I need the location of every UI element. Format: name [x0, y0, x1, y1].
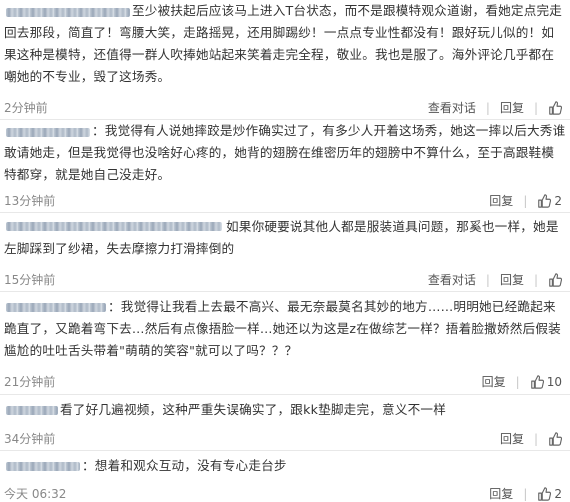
comment-item: 至少被扶起后应该马上进入T台状态，而不是跟模特观众道谢，看她定点完走回去那段，简…: [0, 0, 570, 120]
action-separator: |: [533, 272, 538, 287]
action-separator: |: [533, 100, 538, 115]
comment-item: 如果你硬要说其他人都是服装道具问题，那奚也一样，她是左脚踩到了纱裙，失去摩擦力打…: [0, 213, 570, 292]
comment-time: 21分钟前: [4, 375, 56, 389]
comment-text: ：我觉得让我看上去最不高兴、最无奈最莫名其妙的地方……明明她已经跪起来跪直了，又…: [4, 296, 566, 362]
comment-actions: 回复 | 10: [482, 373, 562, 390]
comment-item: ：想着和观众互动，没有专心走台步 今天 06:32 回复 | 2: [0, 451, 570, 502]
comment-meta: 15分钟前 查看对话 | 回复 |: [4, 271, 562, 289]
comment-text: 如果你硬要说其他人都是服装道具问题，那奚也一样，她是左脚踩到了纱裙，失去摩擦力打…: [4, 216, 566, 260]
comment-item: ：我觉得让我看上去最不高兴、最无奈最莫名其妙的地方……明明她已经跪起来跪直了，又…: [0, 292, 570, 395]
comment-time: 15分钟前: [4, 273, 56, 287]
comment-item: ：我觉得有人说她摔跤是炒作确实过了，有多少人开着这场秀，她这一摔以后大秀谁敢请她…: [0, 120, 570, 213]
like-count: 2: [554, 486, 562, 501]
comment-text: 至少被扶起后应该马上进入T台状态，而不是跟模特观众道谢，看她定点完走回去那段，简…: [4, 0, 566, 88]
comment-meta: 2分钟前 查看对话 | 回复 |: [4, 99, 562, 117]
like-count: 2: [554, 193, 562, 208]
thumbs-up-icon[interactable]: [530, 374, 544, 389]
action-separator: |: [533, 431, 538, 446]
comment-text-content: 至少被扶起后应该马上进入T台状态，而不是跟模特观众道谢，看她定点完走回去那段，简…: [4, 3, 563, 84]
reply-button[interactable]: 回复: [489, 485, 513, 502]
reply-button[interactable]: 回复: [500, 99, 524, 116]
comment-text: ：想着和观众互动，没有专心走台步: [4, 455, 566, 477]
reply-button[interactable]: 回复: [500, 271, 524, 288]
comment-time: 2分钟前: [4, 101, 48, 115]
reply-button[interactable]: 回复: [489, 192, 513, 209]
comment-actions: 查看对话 | 回复 |: [428, 271, 562, 288]
comment-time: 34分钟前: [4, 432, 56, 446]
reply-button[interactable]: 回复: [482, 373, 506, 390]
action-separator: |: [515, 374, 520, 389]
comment-meta: 21分钟前 回复 | 10: [4, 373, 562, 391]
thumbs-up-icon[interactable]: [537, 193, 552, 208]
thumbs-up-icon[interactable]: [548, 100, 562, 115]
comment-meta: 今天 06:32 回复 | 2: [4, 485, 562, 502]
comment-item: 看了好几遍视频，这种严重失误确实了，跟kk垫脚走完，意义不一样 34分钟前 回复…: [0, 395, 570, 451]
comment-time: 13分钟前: [4, 194, 56, 208]
action-separator: |: [485, 100, 490, 115]
view-thread-link[interactable]: 查看对话: [428, 271, 476, 288]
comment-list: 至少被扶起后应该马上进入T台状态，而不是跟模特观众道谢，看她定点完走回去那段，简…: [0, 0, 570, 502]
action-separator: |: [523, 486, 528, 501]
view-thread-link[interactable]: 查看对话: [428, 99, 476, 116]
comment-actions: 回复 | 2: [489, 192, 562, 209]
like-count: 10: [546, 374, 562, 389]
comment-text: 看了好几遍视频，这种严重失误确实了，跟kk垫脚走完，意义不一样: [4, 399, 566, 421]
comment-text-content: ：想着和观众互动，没有专心走台步: [82, 458, 287, 473]
comment-text: ：我觉得有人说她摔跤是炒作确实过了，有多少人开着这场秀，她这一摔以后大秀谁敢请她…: [4, 120, 566, 186]
comment-meta: 13分钟前 回复 | 2: [4, 192, 562, 210]
comment-time: 今天 06:32: [4, 487, 67, 501]
thumbs-up-icon[interactable]: [548, 272, 562, 287]
action-separator: |: [523, 193, 528, 208]
comment-meta: 34分钟前 回复 |: [4, 430, 562, 448]
comment-actions: 查看对话 | 回复 |: [428, 99, 562, 116]
thumbs-up-icon[interactable]: [537, 486, 552, 501]
comment-text-content: 看了好几遍视频，这种严重失误确实了，跟kk垫脚走完，意义不一样: [60, 402, 447, 417]
reply-button[interactable]: 回复: [500, 430, 524, 447]
comment-actions: 回复 |: [500, 430, 562, 447]
thumbs-up-icon[interactable]: [548, 431, 562, 446]
action-separator: |: [485, 272, 490, 287]
comment-actions: 回复 | 2: [489, 485, 562, 502]
